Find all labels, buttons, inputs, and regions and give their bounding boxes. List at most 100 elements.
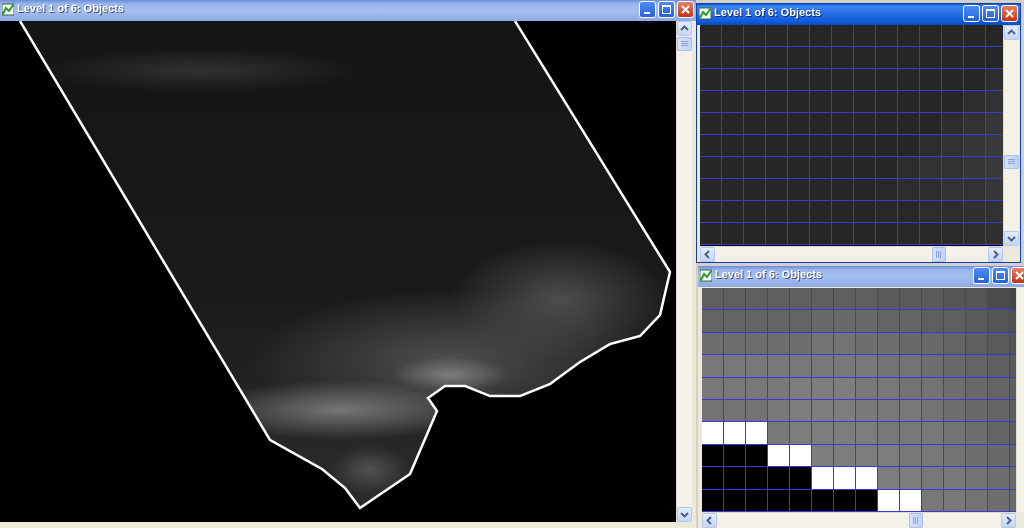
scroll-up-button[interactable]	[1004, 25, 1019, 40]
segment-cell	[832, 91, 854, 113]
segment-cell	[878, 444, 900, 468]
bottom-horizontal-scrollbar[interactable]	[702, 512, 1016, 528]
maximize-button[interactable]	[982, 5, 999, 22]
chart-tree-icon	[700, 269, 712, 282]
segment-cell	[966, 332, 988, 356]
segment-cell	[900, 310, 922, 333]
minimize-button[interactable]	[639, 1, 656, 18]
arrow-right-icon	[993, 250, 999, 259]
minimize-button[interactable]	[973, 267, 990, 284]
segment-cell	[702, 355, 724, 378]
segment-cell	[810, 157, 832, 179]
segment-cell	[942, 135, 964, 157]
segment-cell	[834, 422, 856, 445]
segment-cell	[832, 201, 854, 223]
scroll-thumb[interactable]	[1004, 155, 1019, 169]
scroll-right-button[interactable]	[1001, 513, 1016, 528]
segment-cell	[790, 355, 812, 378]
segment-cell	[834, 332, 856, 356]
maximize-button[interactable]	[658, 1, 675, 18]
segment-cell	[986, 47, 1003, 69]
segment-cell	[854, 47, 876, 69]
top-right-window-titlebar[interactable]: Level 1 of 6: Objects	[697, 4, 1020, 25]
scroll-left-button[interactable]	[700, 247, 715, 262]
segment-cell	[922, 422, 944, 445]
segment-cell	[702, 310, 724, 333]
scroll-thumb[interactable]	[677, 37, 692, 51]
bottom-segmentation-view[interactable]	[702, 288, 1016, 512]
segment-cell	[944, 310, 966, 333]
segment-cell	[966, 355, 988, 378]
main-vertical-scrollbar[interactable]	[676, 21, 692, 522]
maximize-button[interactable]	[992, 267, 1009, 284]
scroll-down-button[interactable]	[1004, 231, 1019, 246]
segment-cell	[988, 399, 1010, 423]
segment-cell	[832, 47, 854, 69]
scroll-thumb[interactable]	[932, 247, 946, 262]
segment-cell	[834, 444, 856, 468]
segment-cell	[920, 91, 942, 113]
segment-cell	[766, 201, 788, 223]
main-image-view[interactable]	[0, 21, 676, 522]
segment-cell	[942, 91, 964, 113]
scroll-up-button[interactable]	[677, 21, 692, 36]
segment-cell	[986, 157, 1003, 179]
bottom-vertical-scrollbar[interactable]	[1016, 288, 1024, 512]
segment-cell	[964, 47, 986, 69]
scroll-right-button[interactable]	[988, 247, 1003, 262]
segment-cell	[920, 179, 942, 201]
bottom-right-window-titlebar[interactable]: Level 1 of 6: Objects	[698, 266, 1024, 287]
segment-cell	[788, 25, 810, 47]
segment-cell	[722, 201, 744, 223]
segment-cell	[942, 69, 964, 91]
segment-cell	[900, 422, 922, 445]
segment-cell	[898, 113, 920, 135]
arrow-down-icon	[1007, 236, 1016, 242]
segment-cell	[788, 69, 810, 91]
close-icon	[681, 5, 690, 14]
scroll-left-button[interactable]	[702, 513, 717, 528]
segment-cell	[966, 377, 988, 400]
segment-cell	[724, 467, 746, 490]
segment-cell	[724, 444, 746, 468]
segment-cell	[920, 25, 942, 47]
main-window-titlebar[interactable]: Level 1 of 6: Objects	[0, 0, 696, 21]
segment-cell	[878, 489, 900, 512]
segment-cell	[722, 47, 744, 69]
segment-grid	[702, 288, 1016, 512]
segment-cell	[898, 135, 920, 157]
segment-cell	[702, 332, 724, 356]
segment-cell	[900, 399, 922, 423]
segment-cell	[920, 157, 942, 179]
scroll-thumb[interactable]	[909, 513, 923, 528]
segment-cell	[986, 223, 1003, 245]
segment-cell	[788, 201, 810, 223]
top-vertical-scrollbar[interactable]	[1003, 25, 1019, 246]
segment-cell	[898, 223, 920, 245]
segment-cell	[942, 157, 964, 179]
segment-cell	[944, 489, 966, 512]
segment-cell	[834, 399, 856, 423]
segment-cell	[788, 135, 810, 157]
bottom-right-window-title: Level 1 of 6: Objects	[715, 269, 822, 281]
scroll-down-button[interactable]	[677, 507, 692, 522]
close-button[interactable]	[677, 1, 694, 18]
segment-cell	[834, 355, 856, 378]
segment-cell	[964, 223, 986, 245]
segment-cell	[790, 422, 812, 445]
segment-cell	[922, 355, 944, 378]
segment-cell	[722, 113, 744, 135]
segment-cell	[724, 288, 746, 311]
segment-cell	[964, 179, 986, 201]
segment-cell	[700, 201, 722, 223]
top-segmentation-view[interactable]	[700, 25, 1003, 246]
segment-cell	[876, 113, 898, 135]
segment-cell	[964, 69, 986, 91]
top-horizontal-scrollbar[interactable]	[700, 246, 1003, 262]
minimize-button[interactable]	[963, 5, 980, 22]
close-button[interactable]	[1001, 5, 1018, 22]
close-button[interactable]	[1011, 267, 1024, 284]
segment-cell	[856, 489, 878, 512]
segment-cell	[920, 201, 942, 223]
segment-cell	[964, 201, 986, 223]
